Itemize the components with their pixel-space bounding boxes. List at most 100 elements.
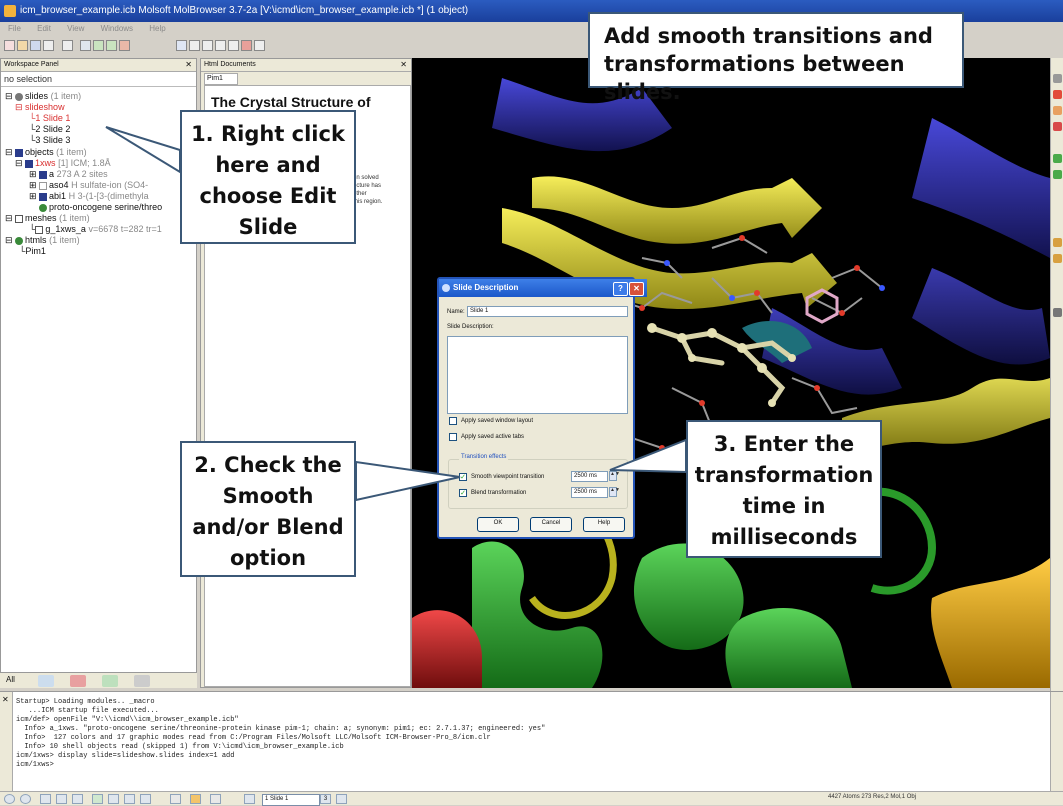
tree-label: Pim1 (25, 246, 46, 256)
tree-item-slide-2[interactable]: └2 Slide 2 (29, 124, 70, 135)
description-textarea[interactable] (447, 336, 628, 414)
molecule-icon (25, 159, 34, 168)
surface-icon[interactable] (1053, 170, 1062, 179)
cancel-button[interactable]: Cancel (530, 517, 572, 532)
tree-item-slideshow[interactable]: ⊟ slideshow (15, 102, 65, 113)
checkbox-icon[interactable] (35, 225, 44, 234)
menu-view[interactable]: View (67, 24, 84, 33)
chart-icon[interactable] (93, 40, 104, 51)
tab-all[interactable]: All (6, 675, 22, 687)
tree-item-slide-1[interactable]: └1 Slide 1 (29, 113, 70, 124)
open-icon[interactable] (17, 40, 28, 51)
tree-item-a[interactable]: ⊞ a 273 A 2 sites (29, 169, 108, 180)
center-icon[interactable] (1053, 90, 1062, 99)
stop-icon[interactable] (20, 794, 31, 804)
slide-view-icon[interactable] (72, 794, 83, 804)
tree-item-mesh[interactable]: └ g_1xws_a v=6678 t=282 tr=1 (29, 224, 162, 235)
slide-remove-icon[interactable] (124, 794, 135, 804)
pdb-icon[interactable] (176, 40, 187, 51)
menu-help[interactable]: Help (149, 24, 165, 33)
text-icon[interactable] (228, 40, 239, 51)
terminal-line: Info> 127 colors and 17 graphic modes re… (16, 734, 491, 742)
cut-icon[interactable] (62, 40, 73, 51)
tree-item-pim1[interactable]: └Pim1 (19, 246, 46, 257)
record-icon[interactable] (241, 40, 252, 51)
align-icon[interactable] (80, 40, 91, 51)
menu-windows[interactable]: Windows (101, 24, 133, 33)
tree-item-meshes[interactable]: ⊟ meshes (1 item) (5, 213, 90, 224)
smooth-duration-spinner[interactable]: ▲▼ (609, 471, 620, 481)
name-field[interactable]: Slide 1 (467, 306, 628, 317)
layout-icon[interactable] (202, 40, 213, 51)
slide-list-icon[interactable] (56, 794, 67, 804)
tree-count: (1 item) (56, 147, 87, 157)
apply-tabs-checkbox[interactable] (449, 433, 457, 441)
checkbox-icon[interactable] (39, 181, 48, 190)
tree-item-1xws[interactable]: ⊟ 1xws [1] ICM; 1.8Å (15, 158, 111, 169)
slideshow-icon[interactable] (336, 794, 347, 804)
menu-bar: File Edit View Windows Help (0, 22, 600, 36)
record-icon[interactable] (4, 794, 15, 804)
table-icon[interactable] (189, 40, 200, 51)
ok-button[interactable]: OK (477, 517, 519, 532)
smooth-checkbox[interactable]: ✓ (459, 473, 467, 481)
print-icon[interactable] (43, 40, 54, 51)
tab-chemistry-icon[interactable] (70, 675, 86, 687)
tab-pim1[interactable]: Pim1 (204, 73, 238, 85)
save-icon[interactable] (30, 40, 41, 51)
help-icon[interactable]: ? (613, 282, 628, 296)
blend-duration-field[interactable]: 2500 ms (571, 487, 608, 498)
tools-icon[interactable] (254, 40, 265, 51)
previous-icon[interactable] (170, 794, 181, 804)
close-icon[interactable]: ✕ (185, 59, 192, 71)
angle-icon[interactable] (1053, 254, 1062, 263)
blend-checkbox[interactable]: ✓ (459, 489, 467, 497)
grid-icon[interactable] (119, 40, 130, 51)
clip-icon[interactable] (1053, 308, 1062, 317)
tree-item-slide-3[interactable]: └3 Slide 3 (29, 135, 70, 146)
apply-layout-checkbox[interactable] (449, 417, 457, 425)
terminal-prompt[interactable]: icm/1xws> (16, 761, 545, 770)
tree-item-objects[interactable]: ⊟ objects (1 item) (5, 147, 87, 158)
camera-icon[interactable] (108, 794, 119, 804)
slide-add-icon[interactable] (92, 794, 103, 804)
tab-meshes-icon[interactable] (134, 675, 150, 687)
measure-icon[interactable] (1053, 238, 1062, 247)
terminal-scrollbar[interactable] (1050, 692, 1063, 792)
menu-file[interactable]: File (8, 24, 21, 33)
tab-html-icon[interactable] (102, 675, 118, 687)
bars-icon[interactable] (106, 40, 117, 51)
chain-icon (39, 170, 48, 179)
ribbon-icon[interactable] (1053, 154, 1062, 163)
new-icon[interactable] (4, 40, 15, 51)
slides-grid-icon[interactable] (40, 794, 51, 804)
smooth-duration-field[interactable]: 2500 ms (571, 471, 608, 482)
close-icon[interactable]: ✕ (400, 59, 407, 71)
terminal-output[interactable]: Startup> Loading modules.. _macro ...ICM… (16, 698, 545, 770)
tree-item-abi1[interactable]: ⊞ abi1 H 3-(1-[3-(dimethyla (29, 191, 149, 202)
help-button[interactable]: Help (583, 517, 625, 532)
next-icon[interactable] (210, 794, 221, 804)
document-title: The Crystal Structure of (211, 94, 371, 110)
window-icon[interactable] (215, 40, 226, 51)
dialog-title-bar: Slide Description ? ✕ (439, 279, 647, 297)
terminal-line: Startup> Loading modules.. _macro (16, 698, 155, 706)
select-icon[interactable] (1053, 106, 1062, 115)
play-icon[interactable] (190, 794, 201, 804)
first-slide-icon[interactable] (244, 794, 255, 804)
slide-select[interactable]: 1 Slide 1 (262, 794, 320, 806)
close-icon[interactable]: ✕ (629, 282, 644, 296)
tree-item-htmls[interactable]: ⊟ htmls (1 item) (5, 235, 80, 246)
blend-duration-spinner[interactable]: ▲▼ (609, 487, 620, 497)
tree-item-aso4[interactable]: ⊞ aso4 H sulfate-ion (SO4- (29, 180, 148, 191)
tree-item-proto[interactable]: proto-oncogene serine/threo (39, 202, 162, 213)
slide-edit-icon[interactable] (140, 794, 151, 804)
tree-item-slides[interactable]: ⊟ slides (1 item) (5, 91, 81, 102)
menu-edit[interactable]: Edit (37, 24, 51, 33)
tab-molecules-icon[interactable] (38, 675, 54, 687)
tree-label: slides (25, 91, 49, 101)
view-icon[interactable] (1053, 74, 1062, 83)
label-icon[interactable] (1053, 122, 1062, 131)
close-icon[interactable]: ✕ (2, 695, 9, 704)
document-text: this region. (353, 199, 383, 205)
